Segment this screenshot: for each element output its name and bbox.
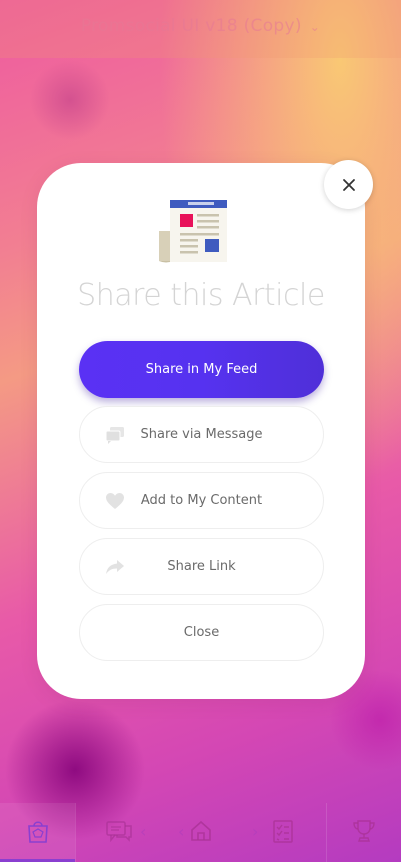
app-title-dropdown[interactable]: Promsocial UI v18 (Copy) ⌄: [0, 16, 401, 36]
newspaper-icon: [158, 198, 230, 264]
nav-messages[interactable]: [76, 803, 162, 862]
nav-shop[interactable]: [0, 803, 75, 862]
checklist-icon: [271, 818, 295, 848]
chevron-down-icon: ⌄: [309, 20, 321, 34]
close-button-label: Close: [183, 625, 220, 640]
share-via-message-label: Share via Message: [140, 427, 263, 442]
add-to-my-content-label: Add to My Content: [140, 493, 263, 508]
share-via-message-button[interactable]: Share via Message: [79, 406, 324, 463]
share-arrow-icon: [104, 558, 126, 576]
trophy-icon: [353, 818, 375, 848]
home-icon: [189, 819, 213, 847]
share-link-button[interactable]: Share Link: [79, 538, 324, 595]
modal-title: Share this Article: [77, 278, 325, 313]
heart-icon: [104, 492, 126, 510]
share-link-label: Share Link: [167, 559, 236, 574]
close-icon[interactable]: [324, 160, 373, 209]
app-title: Promsocial UI v18 (Copy): [80, 16, 302, 36]
shopping-bag-icon: [26, 818, 50, 848]
nav-achievements[interactable]: [327, 803, 401, 862]
nav-next-arrow[interactable]: ›: [252, 822, 258, 841]
chat-icon: [105, 819, 133, 847]
close-button[interactable]: Close: [79, 604, 324, 661]
nav-home[interactable]: [162, 803, 240, 862]
share-in-feed-button[interactable]: Share in My Feed: [79, 341, 324, 398]
bottom-nav: [0, 803, 401, 862]
nav-prev-arrow-secondary[interactable]: ‹: [178, 822, 184, 841]
chat-bubbles-icon: [104, 426, 126, 444]
share-in-feed-label: Share in My Feed: [145, 362, 258, 377]
nav-prev-arrow[interactable]: ‹: [140, 822, 146, 841]
add-to-my-content-button[interactable]: Add to My Content: [79, 472, 324, 529]
app-screen: Promsocial UI v18 (Copy) ⌄ Share this Ar…: [0, 0, 401, 862]
